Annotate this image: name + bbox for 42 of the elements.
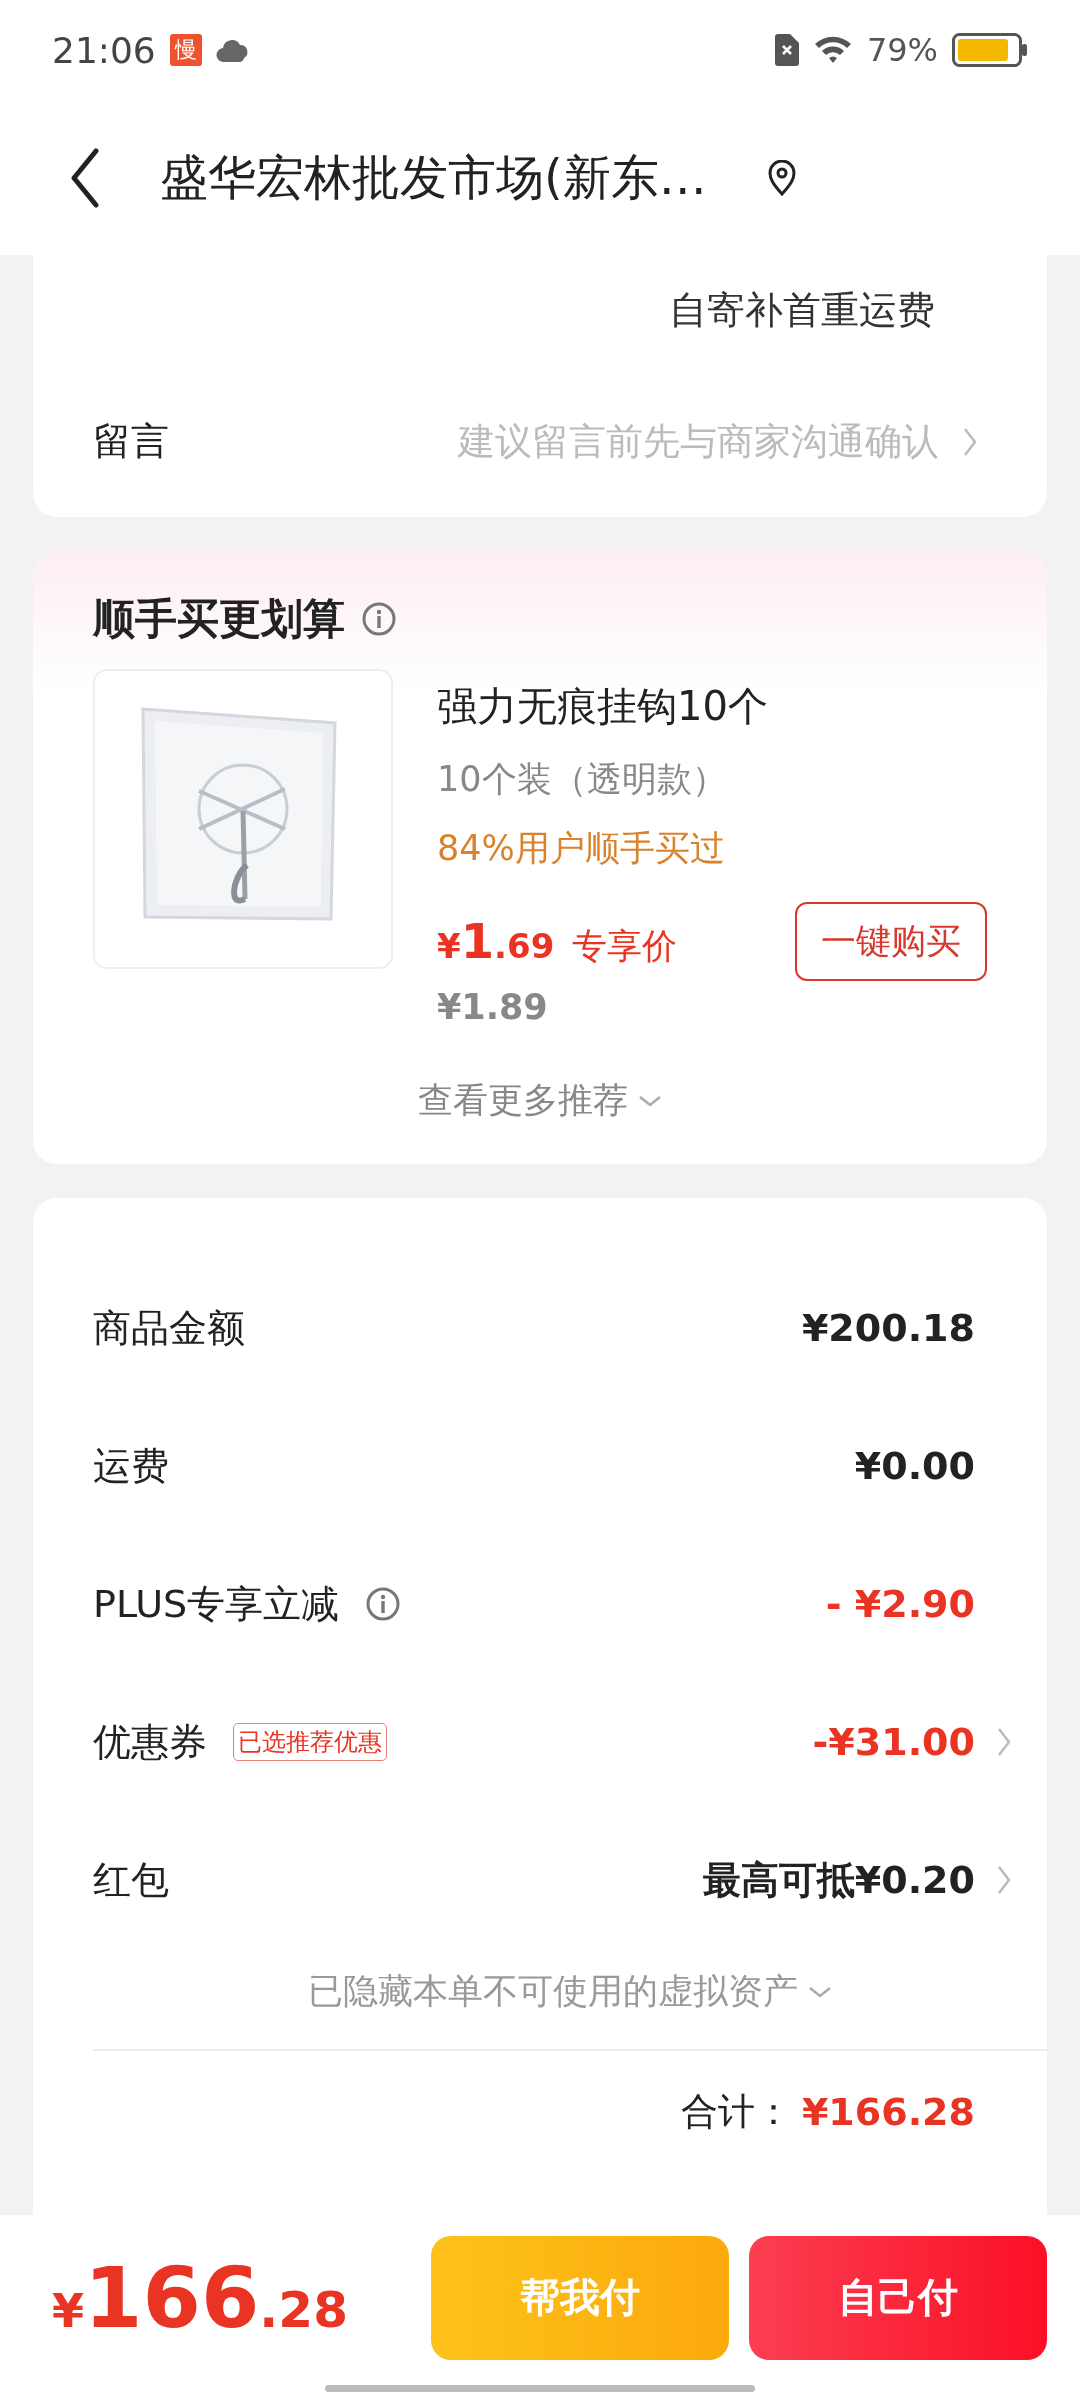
coupon-tag: 已选推荐优惠 [233, 1723, 387, 1761]
pay-button[interactable]: 自己付 [749, 2235, 1047, 2360]
hidden-assets-link[interactable]: 已隐藏本单不可使用的虚拟资产 [308, 1968, 798, 2015]
total-amount: ¥166.28 [801, 2090, 975, 2134]
row-label: 商品金额 [93, 1304, 245, 1352]
info-icon[interactable] [365, 1586, 402, 1622]
total-label: 合计： [680, 2089, 792, 2135]
info-icon[interactable] [361, 601, 397, 637]
row-value: -¥31.00 [812, 1720, 975, 1764]
sim-icon [774, 34, 799, 66]
app-badge-icon: 慢 [169, 34, 202, 66]
price-tag: 专享价 [572, 923, 678, 970]
purchase-note: 84%用户顺手买过 [437, 827, 726, 870]
page-title: 盛华宏林批发市场(新东… [160, 147, 707, 207]
battery-percent: 79% [866, 31, 938, 69]
more-link[interactable]: 查看更多推荐 [418, 1077, 628, 1124]
pay-amount: ¥166.28 [52, 2248, 348, 2347]
row-label: 留言 [93, 418, 169, 465]
row-value: ¥0.00 [854, 1444, 975, 1488]
back-icon[interactable] [70, 147, 100, 208]
row-label: 优惠券 [93, 1718, 207, 1766]
friend-pay-button[interactable]: 帮我付 [431, 2235, 729, 2360]
message-field[interactable]: 建议留言前先与商家沟通确认 [339, 420, 977, 463]
product-name: 强力无痕挂钩10个 [437, 682, 769, 731]
row-value: 最高可抵¥0.20 [702, 1856, 975, 1904]
location-pin-icon[interactable] [766, 159, 797, 196]
buy-button[interactable]: 一键购买 [795, 902, 987, 981]
status-time: 21:06 [52, 29, 156, 71]
battery-icon [952, 33, 1028, 67]
product-price: ¥1.69 [437, 913, 555, 969]
row-label: 运费 [93, 1442, 169, 1490]
row-label: 红包 [93, 1856, 169, 1904]
chevron-down-icon [808, 1984, 832, 1999]
original-price: ¥1.89 [437, 987, 549, 1027]
section-title: 顺手买更划算 [93, 593, 345, 645]
product-spec: 10个装（透明款） [437, 758, 728, 801]
row-value: ¥200.18 [801, 1306, 975, 1350]
row-value: - ¥2.90 [825, 1582, 975, 1626]
row-label: PLUS专享立减 [93, 1580, 340, 1628]
chevron-right-icon [963, 426, 977, 457]
shipping-note: 自寄补首重运费 [668, 287, 936, 334]
chevron-down-icon [638, 1093, 662, 1108]
